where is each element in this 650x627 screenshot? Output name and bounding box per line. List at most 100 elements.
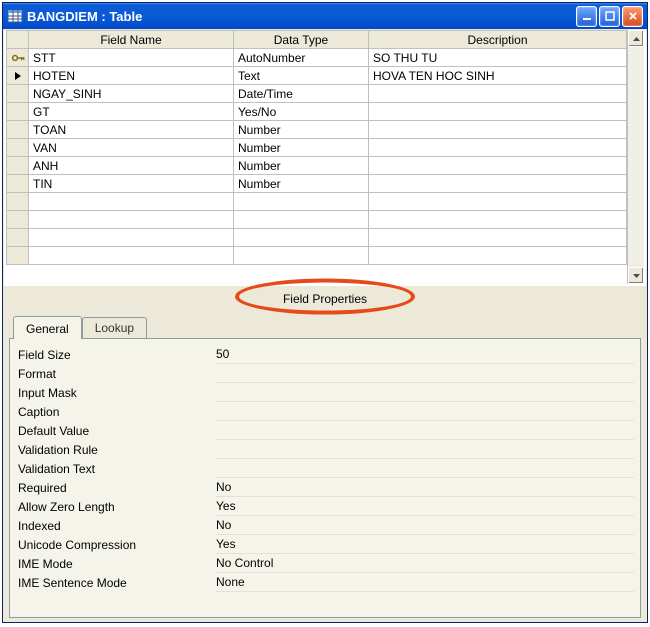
cell-data-type[interactable]: AutoNumber: [234, 49, 369, 67]
col-field-name[interactable]: Field Name: [29, 31, 234, 49]
cell-description[interactable]: [369, 247, 627, 265]
table-row[interactable]: NGAY_SINHDate/Time: [7, 85, 627, 103]
property-label: Unicode Compression: [16, 538, 216, 552]
cell-data-type[interactable]: Number: [234, 175, 369, 193]
scroll-up-button[interactable]: [628, 30, 644, 47]
cell-field-name[interactable]: STT: [29, 49, 234, 67]
row-selector[interactable]: [7, 157, 29, 175]
row-selector[interactable]: [7, 211, 29, 229]
col-description[interactable]: Description: [369, 31, 627, 49]
property-value[interactable]: No: [216, 516, 634, 535]
col-data-type[interactable]: Data Type: [234, 31, 369, 49]
property-value[interactable]: [216, 364, 634, 383]
property-value[interactable]: 50: [216, 345, 634, 364]
titlebar[interactable]: BANGDIEM : Table: [3, 3, 647, 29]
cell-data-type[interactable]: Yes/No: [234, 103, 369, 121]
property-row: Validation Text: [16, 459, 634, 478]
table-row[interactable]: STTAutoNumberSO THU TU: [7, 49, 627, 67]
field-grid[interactable]: Field Name Data Type Description STTAuto…: [6, 30, 627, 284]
cell-description[interactable]: [369, 211, 627, 229]
cell-description[interactable]: HOVA TEN HOC SINH: [369, 67, 627, 85]
tab-general[interactable]: General: [13, 316, 82, 339]
property-value[interactable]: Yes: [216, 497, 634, 516]
property-label: Input Mask: [16, 386, 216, 400]
cell-data-type[interactable]: Number: [234, 139, 369, 157]
property-value[interactable]: Yes: [216, 535, 634, 554]
property-row: Allow Zero LengthYes: [16, 497, 634, 516]
property-value[interactable]: None: [216, 573, 634, 592]
row-selector[interactable]: [7, 49, 29, 67]
row-selector[interactable]: [7, 247, 29, 265]
table-row[interactable]: TINNumber: [7, 175, 627, 193]
cell-data-type[interactable]: Text: [234, 67, 369, 85]
cell-description[interactable]: [369, 139, 627, 157]
table-row[interactable]: [7, 229, 627, 247]
cell-description[interactable]: [369, 157, 627, 175]
cell-description[interactable]: [369, 229, 627, 247]
cell-data-type[interactable]: [234, 193, 369, 211]
cell-data-type[interactable]: Date/Time: [234, 85, 369, 103]
cell-field-name[interactable]: NGAY_SINH: [29, 85, 234, 103]
property-row: IndexedNo: [16, 516, 634, 535]
cell-description[interactable]: [369, 121, 627, 139]
row-selector[interactable]: [7, 193, 29, 211]
row-selector[interactable]: [7, 175, 29, 193]
cell-field-name[interactable]: HOTEN: [29, 67, 234, 85]
cell-field-name[interactable]: ANH: [29, 157, 234, 175]
property-value[interactable]: [216, 383, 634, 402]
property-value[interactable]: [216, 421, 634, 440]
cell-data-type[interactable]: Number: [234, 157, 369, 175]
cell-data-type[interactable]: [234, 211, 369, 229]
cell-data-type[interactable]: Number: [234, 121, 369, 139]
table-row[interactable]: HOTENTextHOVA TEN HOC SINH: [7, 67, 627, 85]
cell-field-name[interactable]: [29, 211, 234, 229]
property-row: Default Value: [16, 421, 634, 440]
table-row[interactable]: [7, 247, 627, 265]
table-row[interactable]: VANNumber: [7, 139, 627, 157]
row-selector[interactable]: [7, 85, 29, 103]
row-selector[interactable]: [7, 139, 29, 157]
cell-field-name[interactable]: GT: [29, 103, 234, 121]
row-selector[interactable]: [7, 103, 29, 121]
property-row: IME ModeNo Control: [16, 554, 634, 573]
field-properties-label: Field Properties: [283, 292, 367, 306]
table-row[interactable]: ANHNumber: [7, 157, 627, 175]
table-row[interactable]: GTYes/No: [7, 103, 627, 121]
cell-description[interactable]: SO THU TU: [369, 49, 627, 67]
maximize-button[interactable]: [599, 6, 620, 27]
vertical-scrollbar[interactable]: [627, 30, 644, 284]
cell-data-type[interactable]: [234, 229, 369, 247]
row-selector[interactable]: [7, 121, 29, 139]
cell-description[interactable]: [369, 193, 627, 211]
cell-field-name[interactable]: [29, 247, 234, 265]
row-selector[interactable]: [7, 67, 29, 85]
minimize-button[interactable]: [576, 6, 597, 27]
cell-field-name[interactable]: VAN: [29, 139, 234, 157]
table-row[interactable]: TOANNumber: [7, 121, 627, 139]
cell-data-type[interactable]: [234, 247, 369, 265]
cell-description[interactable]: [369, 175, 627, 193]
property-row: Format: [16, 364, 634, 383]
grid-header-row: Field Name Data Type Description: [7, 31, 627, 49]
cell-field-name[interactable]: [29, 193, 234, 211]
property-value[interactable]: [216, 440, 634, 459]
cell-field-name[interactable]: TOAN: [29, 121, 234, 139]
close-button[interactable]: [622, 6, 643, 27]
property-value[interactable]: [216, 402, 634, 421]
cell-field-name[interactable]: [29, 229, 234, 247]
scroll-track[interactable]: [628, 47, 644, 267]
row-selector[interactable]: [7, 229, 29, 247]
property-row: IME Sentence ModeNone: [16, 573, 634, 592]
property-value[interactable]: [216, 459, 634, 478]
tab-lookup[interactable]: Lookup: [82, 317, 147, 338]
property-value[interactable]: No Control: [216, 554, 634, 573]
cell-field-name[interactable]: TIN: [29, 175, 234, 193]
row-selector-header[interactable]: [7, 31, 29, 49]
table-row[interactable]: [7, 211, 627, 229]
property-row: Field Size50: [16, 345, 634, 364]
cell-description[interactable]: [369, 103, 627, 121]
table-row[interactable]: [7, 193, 627, 211]
cell-description[interactable]: [369, 85, 627, 103]
scroll-down-button[interactable]: [628, 267, 644, 284]
property-value[interactable]: No: [216, 478, 634, 497]
